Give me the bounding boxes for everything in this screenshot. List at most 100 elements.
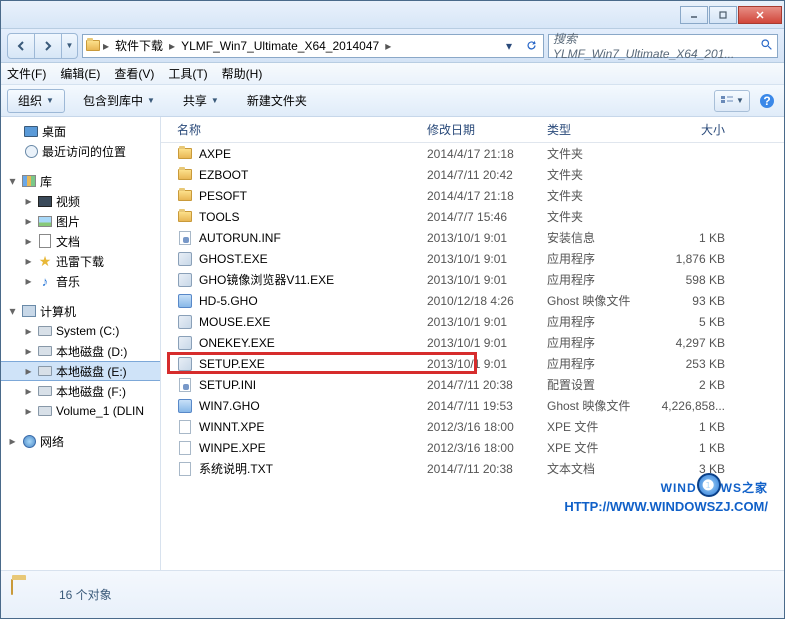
- collapse-icon[interactable]: ▾: [7, 306, 18, 317]
- file-row[interactable]: WIN7.GHO2014/7/11 19:53Ghost 映像文件4,226,8…: [161, 395, 784, 416]
- file-type: 应用程序: [541, 250, 651, 267]
- column-header-name[interactable]: 名称: [171, 121, 421, 138]
- history-dropdown[interactable]: ▼: [62, 33, 78, 59]
- view-options-button[interactable]: ▼: [714, 90, 750, 112]
- file-row[interactable]: PESOFT2014/4/17 21:18文件夹: [161, 185, 784, 206]
- tree-pictures[interactable]: ▸图片: [1, 211, 160, 231]
- column-header-date[interactable]: 修改日期: [421, 121, 541, 138]
- exe-icon: [177, 272, 193, 288]
- status-text: 16 个对象: [59, 586, 112, 603]
- column-header-type[interactable]: 类型: [541, 121, 651, 138]
- chevron-right-icon[interactable]: ▸: [383, 36, 393, 56]
- dropdown-icon[interactable]: ▾: [499, 36, 519, 56]
- file-row[interactable]: AXPE2014/4/17 21:18文件夹: [161, 143, 784, 164]
- titlebar: [1, 1, 784, 29]
- expand-icon[interactable]: ▸: [23, 256, 34, 267]
- minimize-button[interactable]: [680, 6, 708, 24]
- file-size: 253 KB: [651, 357, 731, 371]
- chevron-right-icon[interactable]: ▸: [167, 36, 177, 56]
- maximize-button[interactable]: [709, 6, 737, 24]
- file-type: 文件夹: [541, 166, 651, 183]
- search-icon[interactable]: [760, 38, 773, 54]
- file-type: 应用程序: [541, 271, 651, 288]
- folder-icon: [85, 38, 101, 54]
- forward-button[interactable]: [34, 33, 62, 59]
- network-icon: [21, 433, 37, 449]
- expand-icon[interactable]: ▸: [23, 406, 34, 417]
- tree-music[interactable]: ▸♪音乐: [1, 271, 160, 291]
- file-row[interactable]: HD-5.GHO2010/12/18 4:26Ghost 映像文件93 KB: [161, 290, 784, 311]
- file-name: EZBOOT: [199, 168, 248, 182]
- file-row[interactable]: GHO镜像浏览器V11.EXE2013/10/1 9:01应用程序598 KB: [161, 269, 784, 290]
- breadcrumb-item[interactable]: YLMF_Win7_Ultimate_X64_2014047: [177, 36, 383, 56]
- tree-drive-e[interactable]: ▸本地磁盘 (E:): [1, 361, 160, 381]
- menu-edit[interactable]: 编辑(E): [60, 65, 100, 82]
- tree-drive-c[interactable]: ▸System (C:): [1, 321, 160, 341]
- file-row[interactable]: SETUP.EXE2013/10/1 9:01应用程序253 KB: [161, 353, 784, 374]
- chevron-down-icon: ▼: [211, 96, 219, 105]
- file-row[interactable]: WINPE.XPE2012/3/16 18:00XPE 文件1 KB: [161, 437, 784, 458]
- close-button[interactable]: [738, 6, 782, 24]
- chevron-right-icon[interactable]: ▸: [101, 36, 111, 56]
- file-date: 2012/3/16 18:00: [421, 420, 541, 434]
- tree-drive-f[interactable]: ▸本地磁盘 (F:): [1, 381, 160, 401]
- file-row[interactable]: ONEKEY.EXE2013/10/1 9:01应用程序4,297 KB: [161, 332, 784, 353]
- tree-computer[interactable]: ▾计算机: [1, 301, 160, 321]
- tree-documents[interactable]: ▸文档: [1, 231, 160, 251]
- tree-recent[interactable]: 最近访问的位置: [1, 141, 160, 161]
- tree-network[interactable]: ▸网络: [1, 431, 160, 451]
- tree-desktop[interactable]: 桌面: [1, 121, 160, 141]
- tree-drive-vol[interactable]: ▸Volume_1 (DLIN: [1, 401, 160, 421]
- expand-icon[interactable]: ▸: [23, 276, 34, 287]
- search-input[interactable]: 搜索 YLMF_Win7_Ultimate_X64_201...: [548, 34, 778, 58]
- file-row[interactable]: GHOST.EXE2013/10/1 9:01应用程序1,876 KB: [161, 248, 784, 269]
- include-in-library-button[interactable]: 包含到库中▼: [73, 89, 165, 113]
- breadcrumb-item[interactable]: 软件下载: [111, 36, 167, 56]
- expand-icon[interactable]: ▸: [23, 386, 34, 397]
- file-type: 文件夹: [541, 187, 651, 204]
- file-date: 2013/10/1 9:01: [421, 231, 541, 245]
- new-folder-button[interactable]: 新建文件夹: [237, 89, 317, 113]
- file-row[interactable]: SETUP.INI2014/7/11 20:38配置设置2 KB: [161, 374, 784, 395]
- navigation-pane[interactable]: 桌面 最近访问的位置 ▾库 ▸视频 ▸图片 ▸文档 ▸★迅雷下载 ▸♪音乐 ▾计…: [1, 117, 161, 570]
- expand-icon[interactable]: ▸: [23, 346, 34, 357]
- column-header-size[interactable]: 大小: [651, 121, 731, 138]
- file-list-pane: 名称 修改日期 类型 大小 AXPE2014/4/17 21:18文件夹EZBO…: [161, 117, 784, 570]
- menu-view[interactable]: 查看(V): [114, 65, 154, 82]
- explorer-window: ▼ ▸ 软件下载 ▸ YLMF_Win7_Ultimate_X64_201404…: [0, 0, 785, 619]
- menu-file[interactable]: 文件(F): [7, 65, 46, 82]
- tree-videos[interactable]: ▸视频: [1, 191, 160, 211]
- expand-icon[interactable]: ▸: [23, 216, 34, 227]
- back-button[interactable]: [7, 33, 35, 59]
- tree-xunlei[interactable]: ▸★迅雷下载: [1, 251, 160, 271]
- file-size: 1 KB: [651, 231, 731, 245]
- tree-drive-d[interactable]: ▸本地磁盘 (D:): [1, 341, 160, 361]
- organize-button[interactable]: 组织▼: [7, 89, 65, 113]
- expand-icon[interactable]: ▸: [23, 326, 34, 337]
- file-row[interactable]: MOUSE.EXE2013/10/1 9:01应用程序5 KB: [161, 311, 784, 332]
- expand-icon[interactable]: ▸: [23, 366, 34, 377]
- menu-tools[interactable]: 工具(T): [168, 65, 207, 82]
- file-type: 应用程序: [541, 334, 651, 351]
- collapse-icon[interactable]: ▾: [7, 176, 18, 187]
- tree-libraries[interactable]: ▾库: [1, 171, 160, 191]
- file-row[interactable]: 系统说明.TXT2014/7/11 20:38文本文档3 KB: [161, 458, 784, 479]
- expand-icon[interactable]: ▸: [23, 196, 34, 207]
- share-button[interactable]: 共享▼: [173, 89, 229, 113]
- computer-icon: [21, 303, 37, 319]
- file-row[interactable]: AUTORUN.INF2013/10/1 9:01安装信息1 KB: [161, 227, 784, 248]
- file-row[interactable]: WINNT.XPE2012/3/16 18:00XPE 文件1 KB: [161, 416, 784, 437]
- folder-icon: [177, 209, 193, 225]
- file-type: Ghost 映像文件: [541, 292, 651, 309]
- expand-icon[interactable]: ▸: [23, 236, 34, 247]
- column-headers: 名称 修改日期 类型 大小: [161, 117, 784, 143]
- refresh-icon[interactable]: [521, 36, 541, 56]
- file-list[interactable]: AXPE2014/4/17 21:18文件夹EZBOOT2014/7/11 20…: [161, 143, 784, 570]
- expand-icon[interactable]: ▸: [7, 436, 18, 447]
- file-row[interactable]: TOOLS2014/7/7 15:46文件夹: [161, 206, 784, 227]
- file-row[interactable]: EZBOOT2014/7/11 20:42文件夹: [161, 164, 784, 185]
- address-bar[interactable]: ▸ 软件下载 ▸ YLMF_Win7_Ultimate_X64_2014047 …: [82, 34, 544, 58]
- chevron-down-icon: ▼: [736, 96, 744, 105]
- menu-help[interactable]: 帮助(H): [222, 65, 263, 82]
- help-icon[interactable]: ?: [756, 90, 778, 112]
